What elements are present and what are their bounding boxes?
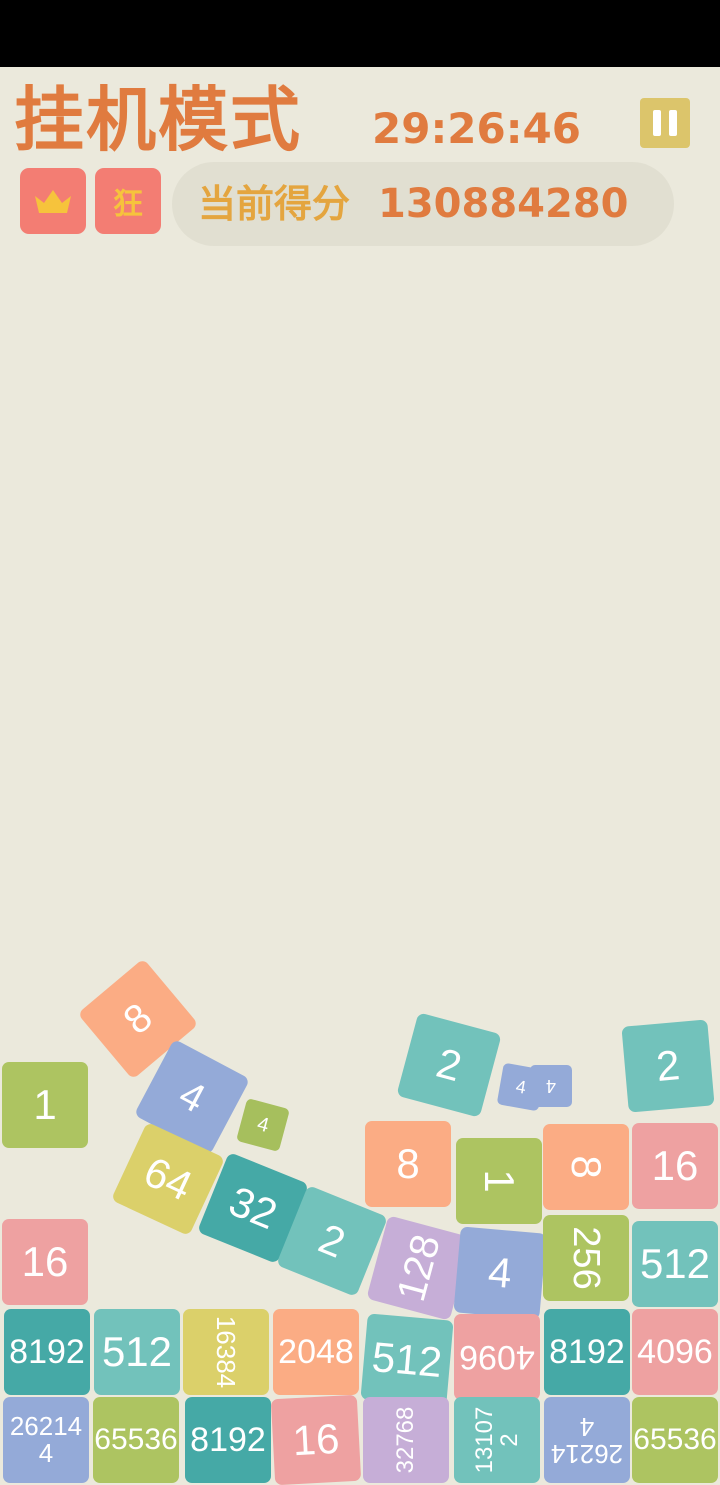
tile[interactable]: 4 [236, 1098, 290, 1152]
score-bar: 当前得分 130884280 [172, 162, 674, 246]
tile[interactable]: 65536 [93, 1397, 179, 1483]
tile-value: 512 [101, 1328, 173, 1375]
tile-value: 16384 [211, 1315, 241, 1389]
tile-value: 4 [254, 1112, 272, 1138]
tile-value: 65536 [633, 1423, 717, 1456]
tile-value: 8 [563, 1155, 610, 1179]
tile[interactable]: 16 [2, 1219, 88, 1305]
tile-value: 262144 [9, 1410, 83, 1468]
score-label: 当前得分 [198, 182, 351, 226]
tile-value: 65536 [94, 1423, 178, 1456]
tile-value: 4096 [459, 1338, 535, 1376]
tile[interactable]: 16384 [183, 1309, 269, 1395]
tile[interactable]: 4 [453, 1226, 547, 1320]
crown-icon [35, 190, 71, 213]
tile-value: 1 [33, 1081, 57, 1128]
tile[interactable]: 1 [2, 1062, 88, 1148]
mad-mode-badge[interactable]: 狂 [95, 168, 161, 234]
tile-value: 256 [565, 1226, 607, 1290]
tile[interactable]: 32768 [363, 1397, 449, 1483]
tile-value: 2 [312, 1214, 352, 1267]
tile-value: 4 [514, 1076, 528, 1098]
tile[interactable]: 16 [632, 1123, 718, 1209]
tile[interactable]: 2048 [273, 1309, 359, 1395]
tile[interactable]: 512 [94, 1309, 180, 1395]
tile[interactable]: 4 [530, 1065, 572, 1107]
tile-value: 16 [651, 1142, 699, 1189]
tile-value: 2 [431, 1038, 467, 1091]
pause-icon [653, 110, 661, 136]
pause-icon-bar [669, 110, 677, 136]
pause-button[interactable] [640, 98, 690, 148]
tile[interactable]: 8 [543, 1124, 629, 1210]
tile-value: 262144 [550, 1412, 624, 1470]
tile[interactable]: 4096 [454, 1314, 540, 1400]
tile-value: 16 [291, 1414, 341, 1465]
tile[interactable]: 8 [365, 1121, 451, 1207]
tile[interactable]: 2 [396, 1012, 502, 1118]
tile-value: 512 [370, 1333, 444, 1386]
tile[interactable]: 1 [456, 1138, 542, 1224]
tile-value: 32768 [392, 1406, 419, 1474]
tile[interactable]: 8192 [4, 1309, 90, 1395]
tile-value: 4096 [637, 1333, 713, 1371]
tile-value: 8 [396, 1140, 420, 1187]
tile-value: 2 [654, 1041, 682, 1090]
tile-value: 64 [137, 1147, 200, 1210]
tile-value: 8192 [549, 1333, 625, 1371]
tile-value: 8192 [9, 1333, 85, 1371]
game-board[interactable]: 1 8 4 4 64 32 2 2 4 4 2 8 1 8 16 16 128 4 256 512 8192 512 163… [0, 260, 720, 1485]
tile[interactable]: 4096 [632, 1309, 718, 1395]
score-value: 130884280 [378, 181, 629, 227]
tile[interactable]: 256 [543, 1215, 629, 1301]
page-title: 挂机模式 [14, 79, 302, 161]
tile[interactable]: 131072 [454, 1397, 540, 1483]
tile-value: 4 [546, 1076, 557, 1096]
crown-badge[interactable] [20, 168, 86, 234]
tile-value: 4 [486, 1248, 514, 1297]
tile[interactable]: 8192 [544, 1309, 630, 1395]
tile-value: 8192 [190, 1421, 266, 1459]
tile[interactable]: 2 [621, 1019, 715, 1113]
tile[interactable]: 65536 [632, 1397, 718, 1483]
tile-value: 4 [171, 1072, 213, 1122]
tile[interactable]: 16 [270, 1394, 362, 1485]
status-bar [0, 0, 720, 67]
tile[interactable]: 512 [360, 1313, 454, 1407]
tile-value: 16 [21, 1238, 69, 1285]
tile-value: 128 [389, 1230, 449, 1306]
mad-mode-label: 狂 [113, 187, 143, 222]
tile-value: 8 [115, 994, 161, 1044]
tile[interactable]: 262144 [3, 1397, 89, 1483]
tile[interactable]: 8192 [185, 1397, 271, 1483]
tile[interactable]: 262144 [544, 1397, 630, 1483]
tile-value: 512 [639, 1240, 711, 1287]
timer: 29:26:46 [372, 104, 581, 153]
tile-value: 1 [476, 1169, 523, 1193]
tile-value: 32 [222, 1176, 284, 1239]
tile[interactable]: 512 [632, 1221, 718, 1307]
tile-value: 131072 [470, 1406, 523, 1474]
tile-value: 2048 [278, 1333, 354, 1371]
